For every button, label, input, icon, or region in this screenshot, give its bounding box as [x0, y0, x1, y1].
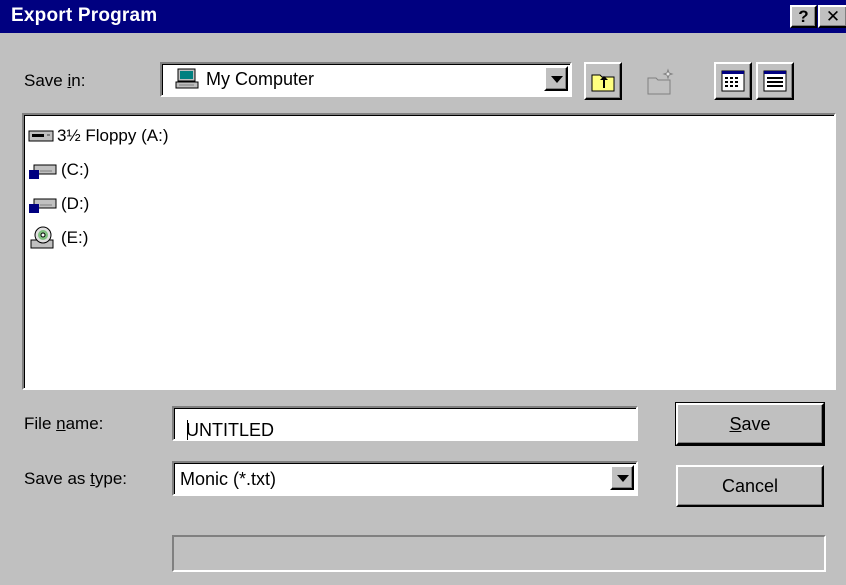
save-as-type-label: Save as type: — [24, 469, 128, 488]
file-item-label: (C:) — [61, 160, 90, 179]
save-as-type-combo[interactable]: Monic (*.txt) — [172, 461, 638, 496]
save-in-value: My Computer — [206, 69, 315, 89]
save-as-type-value: Monic (*.txt) — [180, 469, 277, 489]
save-in-dropdown-arrow[interactable] — [544, 66, 568, 91]
list-view-icon — [721, 70, 745, 92]
file-name-label: File name: — [24, 414, 104, 433]
save-in-label: Save in: — [24, 71, 86, 90]
text-caret — [187, 420, 188, 440]
computer-icon — [174, 68, 200, 95]
export-program-dialog: Export Program ? ✕ Save in: My Computer — [0, 0, 846, 585]
disabled-field — [172, 535, 826, 572]
list-item[interactable]: 3½ Floppy (A:) — [28, 123, 169, 149]
file-name-input[interactable]: UNTITLED — [172, 406, 638, 441]
file-item-label: 3½ Floppy (A:) — [57, 126, 169, 145]
new-folder-icon — [647, 68, 674, 95]
up-one-level-button[interactable] — [584, 62, 622, 100]
save-as-type-dropdown-arrow[interactable] — [610, 465, 634, 490]
list-item[interactable]: (E:) — [28, 225, 88, 251]
hard-drive-icon — [29, 164, 57, 179]
create-new-folder-button[interactable] — [640, 62, 678, 100]
save-in-combo[interactable]: My Computer — [160, 62, 572, 97]
file-item-label: (D:) — [61, 194, 90, 213]
list-view-button[interactable] — [714, 62, 752, 100]
title-bar[interactable]: Export Program ? ✕ — [0, 0, 846, 33]
close-button[interactable]: ✕ — [818, 5, 846, 28]
cancel-button[interactable]: Cancel — [676, 465, 824, 507]
window-title: Export Program — [11, 5, 158, 26]
up-folder-icon — [591, 74, 615, 92]
list-item[interactable]: (D:) — [28, 191, 89, 217]
hard-drive-icon — [29, 198, 57, 213]
help-button[interactable]: ? — [790, 5, 817, 28]
details-view-icon — [763, 70, 787, 92]
floppy-drive-icon — [28, 130, 54, 142]
file-name-value: UNTITLED — [186, 420, 275, 440]
list-item[interactable]: (C:) — [28, 157, 89, 183]
details-view-button[interactable] — [756, 62, 794, 100]
file-item-label: (E:) — [61, 228, 89, 247]
cd-drive-icon — [30, 226, 54, 249]
save-button[interactable]: Save — [675, 402, 825, 446]
file-list[interactable]: 3½ Floppy (A:) (C:) (D:) (E:) — [22, 113, 836, 390]
